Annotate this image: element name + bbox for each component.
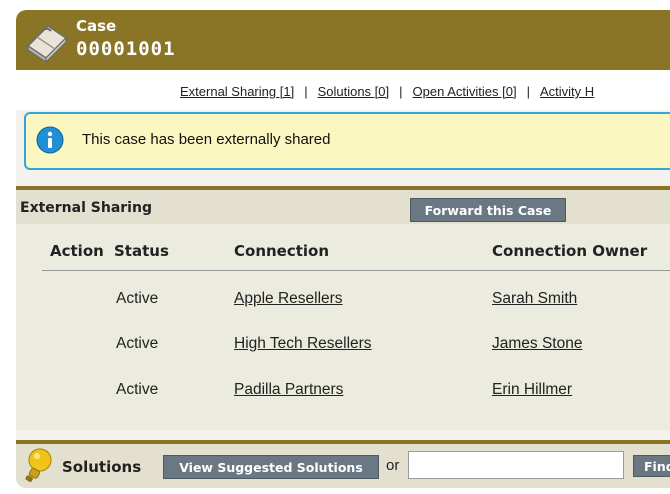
column-header-connection: Connection [234, 242, 330, 260]
section-header: External Sharing Forward this Case [16, 190, 670, 224]
external-sharing-section: External Sharing Forward this Case Actio… [16, 186, 670, 430]
case-label: Case [76, 17, 117, 35]
link-activity-history[interactable]: Activity H [540, 84, 594, 99]
link-separator: | [526, 84, 530, 99]
link-solutions[interactable]: Solutions [0] [318, 84, 390, 99]
solution-search-input[interactable] [408, 451, 624, 479]
case-header: Case 00001001 [16, 10, 670, 70]
row-owner-link[interactable]: Erin Hillmer [492, 381, 572, 399]
section-title: External Sharing [20, 200, 152, 216]
column-header-connection-owner: Connection Owner [492, 242, 648, 260]
row-owner-link[interactable]: Sarah Smith [492, 290, 577, 308]
link-external-sharing[interactable]: External Sharing [1] [180, 84, 294, 99]
row-connection-link[interactable]: Padilla Partners [234, 381, 343, 399]
related-list-links: External Sharing [1] | Solutions [0] | Open … [16, 70, 670, 110]
shared-info-banner: This case has been externally shared [24, 112, 670, 170]
solutions-title: Solutions [62, 458, 142, 476]
row-connection-link[interactable]: Apple Resellers [234, 290, 343, 308]
row-status: Active [116, 381, 159, 398]
link-open-activities[interactable]: Open Activities [0] [413, 84, 517, 99]
briefcase-icon [26, 25, 68, 64]
case-detail-panel: Case 00001001 External Sharing [1] | Solut… [16, 10, 670, 488]
info-icon [36, 126, 64, 154]
table-row: Active High Tech Resellers James Stone [42, 335, 670, 359]
forward-case-button[interactable]: Forward this Case [410, 198, 566, 222]
table-row: Active Padilla Partners Erin Hillmer [42, 381, 670, 405]
row-owner-link[interactable]: James Stone [492, 335, 582, 353]
case-number: 00001001 [76, 38, 176, 60]
link-separator: | [399, 84, 403, 99]
header-divider [42, 270, 670, 271]
table-row: Active Apple Resellers Sarah Smith [42, 290, 670, 314]
solutions-section: Solutions View Suggested Solutions or Fi… [16, 440, 670, 488]
column-header-action: Action [50, 242, 104, 260]
lightbulb-icon [25, 448, 52, 483]
find-solution-button[interactable]: Find [633, 455, 670, 477]
column-header-status: Status [114, 242, 169, 260]
banner-message: This case has been externally shared [82, 131, 331, 148]
view-suggested-solutions-button[interactable]: View Suggested Solutions [163, 455, 379, 479]
row-connection-link[interactable]: High Tech Resellers [234, 335, 372, 353]
row-status: Active [116, 290, 159, 307]
or-label: or [386, 457, 400, 474]
link-separator: | [304, 84, 308, 99]
row-status: Active [116, 335, 159, 352]
